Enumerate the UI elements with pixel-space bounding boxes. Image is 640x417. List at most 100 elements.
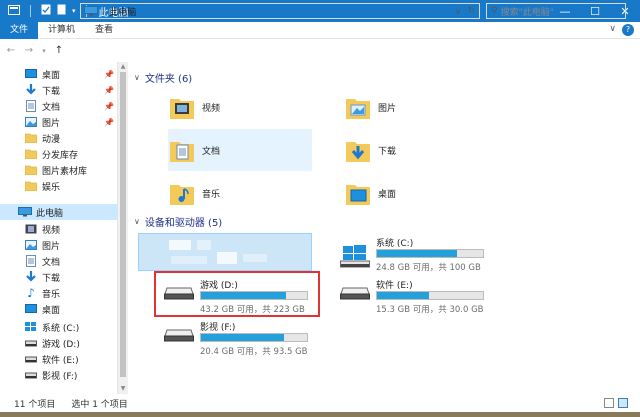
pin-icon: 📌 bbox=[104, 117, 114, 127]
drive-icon bbox=[24, 369, 38, 381]
sidebar-item-desktop[interactable]: 桌面 bbox=[24, 301, 118, 317]
sidebar-item-anime[interactable]: 动漫 bbox=[24, 130, 118, 146]
scrollbar-thumb[interactable] bbox=[120, 72, 126, 377]
desktop-icon bbox=[24, 68, 38, 80]
back-button[interactable]: ← bbox=[4, 43, 18, 59]
chevron-down-icon: ∨ bbox=[134, 216, 140, 226]
sidebar-item-this-pc[interactable]: 此电脑 bbox=[0, 204, 118, 220]
details-view-icon[interactable] bbox=[604, 398, 614, 408]
chevron-down-icon: ∨ bbox=[134, 72, 140, 82]
large-icons-view-icon[interactable] bbox=[618, 398, 628, 408]
up-button[interactable]: ↑ bbox=[52, 43, 66, 59]
pc-icon bbox=[18, 206, 32, 218]
sidebar-item-label: 音乐 bbox=[42, 289, 61, 300]
drive-space-info: 24.8 GB 可用，共 100 GB bbox=[376, 263, 481, 273]
drive-f[interactable]: 影视 (F:) 20.4 GB 可用，共 93.5 GB bbox=[164, 320, 324, 357]
folder-videos[interactable]: 视频 bbox=[168, 86, 312, 128]
music-icon: ♪ bbox=[27, 286, 35, 300]
item-count: 11 个项目 bbox=[14, 399, 56, 410]
folder-music[interactable]: 音乐 bbox=[168, 172, 312, 214]
windows-drive-icon bbox=[24, 321, 38, 333]
sidebar-item-videos[interactable]: 视频 bbox=[24, 221, 118, 237]
redacted-selected-item[interactable] bbox=[138, 233, 312, 271]
sidebar-item-drive-c[interactable]: 系统 (C:) bbox=[24, 319, 118, 335]
sidebar-item-label: 图片 bbox=[42, 241, 61, 252]
folder-documents[interactable]: 文档 bbox=[168, 129, 312, 171]
folder-desktop[interactable]: 桌面 bbox=[344, 172, 488, 214]
sidebar-item-downloads[interactable]: 下载 bbox=[24, 269, 118, 285]
drive-usage-fill bbox=[377, 292, 429, 299]
sidebar-item-drive-f[interactable]: 影视 (F:) bbox=[24, 367, 118, 383]
help-icon[interactable]: ? bbox=[622, 24, 634, 36]
pin-icon: 📌 bbox=[104, 101, 114, 111]
expand-ribbon-icon[interactable]: ∨ bbox=[609, 24, 616, 36]
sidebar-item-drive-e[interactable]: 软件 (E:) bbox=[24, 351, 118, 367]
forward-button[interactable]: → bbox=[22, 43, 36, 59]
scroll-up-icon[interactable]: ▲ bbox=[118, 62, 128, 72]
sidebar-item-desktop-quick[interactable]: 桌面 📌 bbox=[24, 66, 118, 82]
pin-icon: 📌 bbox=[104, 85, 114, 95]
sidebar-item-downloads-quick[interactable]: 下载 📌 bbox=[24, 82, 118, 98]
selection-count: 选中 1 个项目 bbox=[71, 399, 128, 410]
drives-group-header[interactable]: ∨ 设备和驱动器 (5) bbox=[134, 213, 222, 229]
sidebar-item-pictures[interactable]: 图片 bbox=[24, 237, 118, 253]
folder-label: 音乐 bbox=[202, 189, 221, 200]
drive-e[interactable]: 软件 (E:) 15.3 GB 可用，共 30.0 GB bbox=[340, 278, 500, 315]
chevron-down-icon[interactable]: ▾ bbox=[72, 6, 76, 16]
folders-group-header[interactable]: ∨ 文件夹 (6) bbox=[134, 69, 192, 85]
sidebar-item-documents[interactable]: 文档 bbox=[24, 253, 118, 269]
sidebar-item-distribution-stock[interactable]: 分发库存 bbox=[24, 146, 118, 162]
download-icon bbox=[24, 84, 38, 96]
sidebar-item-image-library[interactable]: 图片素材库 bbox=[24, 162, 118, 178]
navigation-scrollbar[interactable]: ▲ ▼ bbox=[118, 62, 128, 394]
drive-label: 影视 (F:) bbox=[200, 323, 236, 333]
sidebar-item-label: 游戏 (D:) bbox=[42, 339, 80, 350]
breadcrumb-this-pc[interactable]: 此电脑 bbox=[109, 5, 136, 18]
sidebar-item-drive-d[interactable]: 游戏 (D:) bbox=[24, 335, 118, 351]
scroll-down-icon[interactable]: ▼ bbox=[118, 384, 128, 394]
sidebar-item-label: 文档 bbox=[42, 257, 61, 268]
picture-icon bbox=[24, 116, 38, 128]
sidebar-item-label: 影视 (F:) bbox=[42, 371, 78, 382]
drive-label: 软件 (E:) bbox=[376, 281, 413, 291]
refresh-icon[interactable]: ↻ bbox=[467, 6, 475, 16]
sidebar-item-documents-quick[interactable]: 文档 📌 bbox=[24, 98, 118, 114]
new-folder-icon[interactable] bbox=[57, 4, 66, 18]
sidebar-item-pictures-quick[interactable]: 图片 📌 bbox=[24, 114, 118, 130]
tab-file[interactable]: 文件 bbox=[0, 21, 38, 39]
windows-drive-icon bbox=[340, 245, 370, 268]
folder-label: 桌面 bbox=[378, 189, 397, 200]
drive-usage-fill bbox=[201, 334, 284, 341]
sidebar-item-music[interactable]: ♪ 音乐 bbox=[24, 285, 118, 301]
sidebar-item-label: 动漫 bbox=[42, 134, 61, 145]
download-folder-icon bbox=[346, 142, 370, 162]
view-switcher bbox=[604, 398, 628, 408]
sidebar-item-label: 下载 bbox=[42, 86, 61, 97]
desktop-folder-icon bbox=[346, 185, 370, 205]
video-folder-icon bbox=[170, 99, 194, 119]
properties-icon[interactable] bbox=[41, 4, 51, 18]
sidebar-item-entertainment[interactable]: 娱乐 bbox=[24, 178, 118, 194]
navigation-pane: 桌面 📌 下载 📌 文档 📌 图片 📌 动漫 分发库存 图片素材库 娱乐 此电脑… bbox=[0, 62, 118, 394]
content-pane: ∨ 文件夹 (6) 视频 图片 文档 下载 音乐 桌面 ∨ 设备和驱动器 (5) bbox=[128, 62, 626, 394]
status-bar: 11 个项目 选中 1 个项目 bbox=[0, 394, 640, 412]
sidebar-item-label: 文档 bbox=[42, 102, 61, 113]
address-dropdown-icon[interactable]: ∨ bbox=[455, 7, 461, 16]
recent-locations-button[interactable]: ▾ bbox=[40, 43, 48, 59]
drive-c[interactable]: 系统 (C:) 24.8 GB 可用，共 100 GB bbox=[340, 236, 500, 273]
music-folder-icon bbox=[170, 185, 194, 205]
search-box[interactable]: ⚲ 搜索"此电脑" bbox=[486, 3, 626, 19]
sidebar-item-label: 分发库存 bbox=[42, 150, 79, 161]
address-bar[interactable]: › 此电脑 ∨ ↻ bbox=[80, 3, 480, 19]
folder-downloads[interactable]: 下载 bbox=[344, 129, 488, 171]
sidebar-item-label: 桌面 bbox=[42, 70, 61, 81]
sidebar-item-label: 此电脑 bbox=[36, 208, 64, 219]
ribbon-controls: ∨ ? bbox=[609, 24, 634, 36]
folder-pictures[interactable]: 图片 bbox=[344, 86, 488, 128]
drive-space-info: 15.3 GB 可用，共 30.0 GB bbox=[376, 305, 484, 315]
sidebar-item-label: 图片 bbox=[42, 118, 61, 129]
tab-computer[interactable]: 计算机 bbox=[38, 22, 85, 39]
video-icon bbox=[24, 223, 38, 235]
tab-view[interactable]: 查看 bbox=[85, 22, 123, 39]
drive-usage-bar bbox=[200, 333, 308, 342]
